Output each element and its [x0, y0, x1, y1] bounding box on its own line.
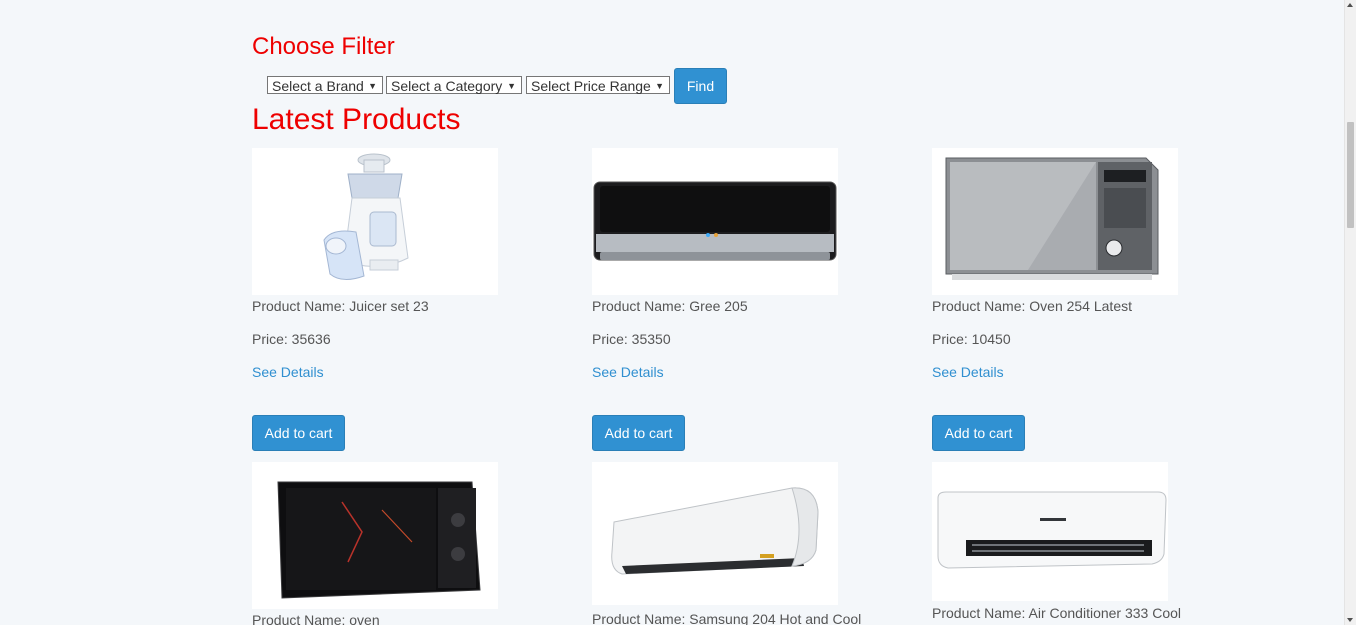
brand-select[interactable]: Select a Brand ▼	[267, 76, 383, 94]
chevron-down-icon: ▼	[368, 81, 377, 91]
product-price: Price: 10450	[932, 331, 1011, 347]
product-name: Product Name: Juicer set 23	[252, 298, 429, 314]
add-to-cart-button[interactable]: Add to cart	[592, 415, 685, 451]
product-image-air-conditioner[interactable]	[592, 148, 838, 295]
add-to-cart-button[interactable]: Add to cart	[252, 415, 345, 451]
product-image-microwave[interactable]	[932, 148, 1178, 295]
see-details-link[interactable]: See Details	[252, 364, 324, 380]
product-name: Product Name: Air Conditioner 333 Cool	[932, 605, 1182, 621]
chevron-down-icon: ▼	[655, 81, 664, 91]
product-image-oven[interactable]	[252, 462, 498, 609]
product-image-air-conditioner[interactable]	[932, 462, 1168, 601]
brand-select-value: Select a Brand	[272, 78, 364, 94]
find-button[interactable]: Find	[674, 68, 727, 104]
see-details-link[interactable]: See Details	[592, 364, 664, 380]
page: Choose Filter Select a Brand ▼ Select a …	[0, 0, 1356, 625]
latest-products-heading: Latest Products	[252, 103, 461, 136]
add-to-cart-button[interactable]: Add to cart	[932, 415, 1025, 451]
product-name: Product Name: oven	[252, 612, 380, 625]
price-range-select[interactable]: Select Price Range ▼	[526, 76, 670, 94]
scrollbar-thumb[interactable]	[1347, 122, 1354, 228]
scroll-up-icon[interactable]	[1347, 3, 1353, 7]
see-details-link[interactable]: See Details	[932, 364, 1004, 380]
vertical-scrollbar[interactable]	[1344, 0, 1356, 625]
product-price: Price: 35636	[252, 331, 331, 347]
product-name: Product Name: Samsung 204 Hot and Cool	[592, 611, 862, 625]
product-image-juicer[interactable]	[252, 148, 498, 295]
category-select[interactable]: Select a Category ▼	[386, 76, 522, 94]
category-select-value: Select a Category	[391, 78, 503, 94]
product-name: Product Name: Oven 254 Latest	[932, 298, 1132, 314]
product-price: Price: 35350	[592, 331, 671, 347]
scroll-down-icon[interactable]	[1347, 618, 1353, 622]
price-select-value: Select Price Range	[531, 78, 651, 94]
filter-heading: Choose Filter	[252, 33, 395, 60]
product-name: Product Name: Gree 205	[592, 298, 748, 314]
product-image-air-conditioner[interactable]	[592, 462, 838, 605]
chevron-down-icon: ▼	[507, 81, 516, 91]
